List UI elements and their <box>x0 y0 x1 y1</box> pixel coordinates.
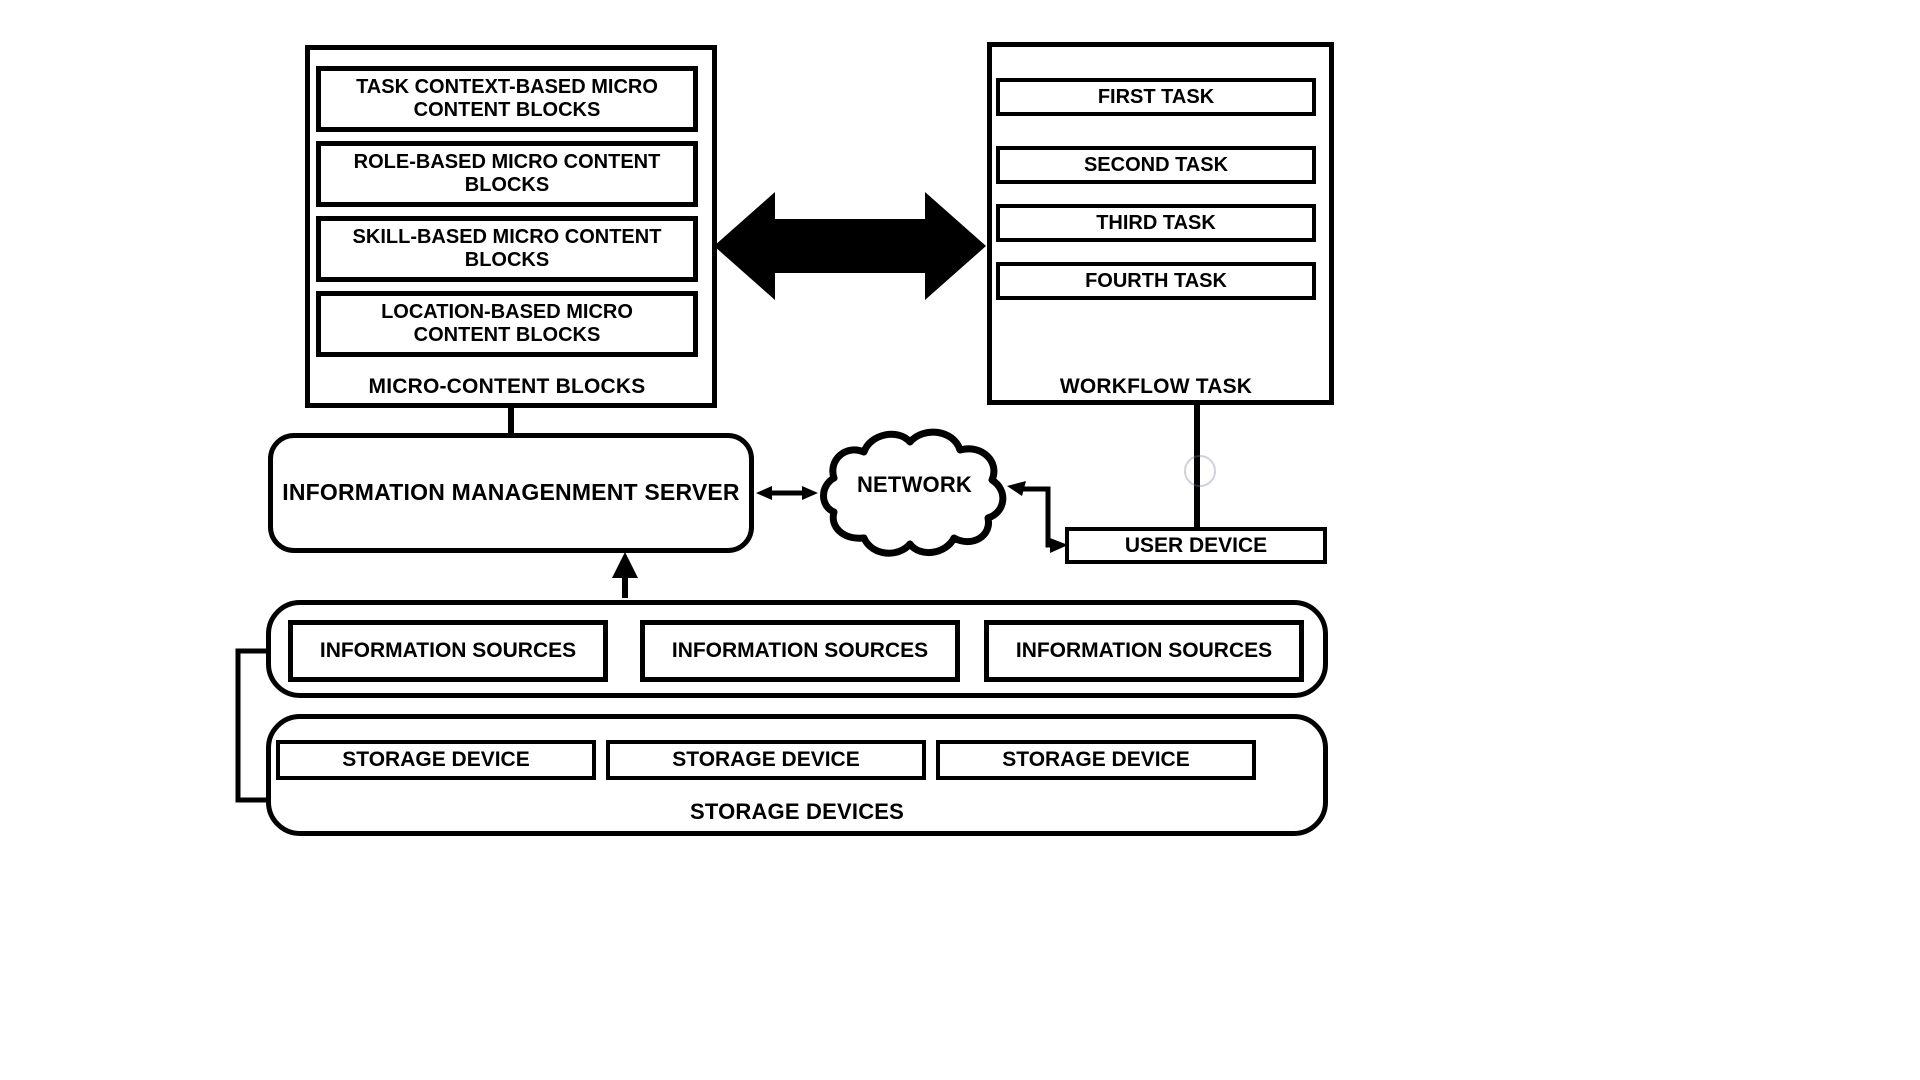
network-label: NETWORK <box>856 471 973 497</box>
workflow-task-2-label: SECOND TASK <box>1083 153 1229 176</box>
micro-content-block-4-label: LOCATION-BASED MICRO CONTENT BLOCKS <box>381 301 633 346</box>
storage-device-item-2[interactable]: STORAGE DEVICE <box>606 740 926 780</box>
workflow-task-4[interactable]: FOURTH TASK <box>996 262 1316 300</box>
information-sources-item-1-label: INFORMATION SOURCES <box>319 639 577 663</box>
network-cloud: NETWORK <box>812 420 1017 568</box>
information-management-server[interactable]: INFORMATION MANAGENMENT SERVER <box>268 433 754 553</box>
storage-device-item-3[interactable]: STORAGE DEVICE <box>936 740 1256 780</box>
user-device-label: USER DEVICE <box>1124 533 1268 557</box>
information-management-server-label: INFORMATION MANAGENMENT SERVER <box>282 479 740 506</box>
workflow-task-1-label: FIRST TASK <box>1097 85 1215 108</box>
information-sources-item-3[interactable]: INFORMATION SOURCES <box>984 620 1304 682</box>
information-sources-item-3-label: INFORMATION SOURCES <box>1015 639 1273 663</box>
workflow-task-caption-text: WORKFLOW TASK <box>1059 375 1253 399</box>
workflow-task-3-label: THIRD TASK <box>1096 211 1216 234</box>
micro-content-block-4[interactable]: LOCATION-BASED MICRO CONTENT BLOCKS <box>316 291 698 357</box>
server-network-double-arrow <box>756 486 818 500</box>
information-sources-item-1[interactable]: INFORMATION SOURCES <box>288 620 608 682</box>
storage-devices-caption: STORAGE DEVICES <box>266 796 1328 828</box>
storage-device-item-1-label: STORAGE DEVICE <box>342 748 530 772</box>
network-cloud-label-wrap: NETWORK <box>812 470 1017 500</box>
user-device[interactable]: USER DEVICE <box>1065 527 1327 564</box>
micro-content-block-2-label: ROLE-BASED MICRO CONTENT BLOCKS <box>353 151 661 196</box>
information-sources-item-2[interactable]: INFORMATION SOURCES <box>640 620 960 682</box>
storage-devices-caption-text: STORAGE DEVICES <box>689 798 905 824</box>
micro-content-block-1-label: TASK CONTEXT-BASED MICRO CONTENT BLOCKS <box>356 76 658 121</box>
micro-content-block-3[interactable]: SKILL-BASED MICRO CONTENT BLOCKS <box>316 216 698 282</box>
information-sources-item-2-label: INFORMATION SOURCES <box>671 639 929 663</box>
storage-device-item-2-label: STORAGE DEVICE <box>672 748 860 772</box>
workflow-task-4-label: FOURTH TASK <box>1085 269 1227 292</box>
storage-device-item-1[interactable]: STORAGE DEVICE <box>276 740 596 780</box>
micro-content-blocks-caption: MICRO-CONTENT BLOCKS <box>316 372 698 402</box>
micro-content-block-1[interactable]: TASK CONTEXT-BASED MICRO CONTENT BLOCKS <box>316 66 698 132</box>
micro-content-blocks-caption-text: MICRO-CONTENT BLOCKS <box>368 375 646 399</box>
storage-device-item-3-label: STORAGE DEVICE <box>1002 748 1190 772</box>
workflow-task-2[interactable]: SECOND TASK <box>996 146 1316 184</box>
workflow-task-caption: WORKFLOW TASK <box>996 372 1316 402</box>
sources-to-server-arrow <box>612 552 638 598</box>
micro-content-block-3-label: SKILL-BASED MICRO CONTENT BLOCKS <box>352 226 662 271</box>
micro-content-block-2[interactable]: ROLE-BASED MICRO CONTENT BLOCKS <box>316 141 698 207</box>
workflow-task-3[interactable]: THIRD TASK <box>996 204 1316 242</box>
diagram-canvas: TASK CONTEXT-BASED MICRO CONTENT BLOCKS … <box>0 0 1920 1080</box>
cursor-artifact <box>1184 455 1216 487</box>
workflow-task-1[interactable]: FIRST TASK <box>996 78 1316 116</box>
micro-to-workflow-arrow <box>714 192 986 300</box>
